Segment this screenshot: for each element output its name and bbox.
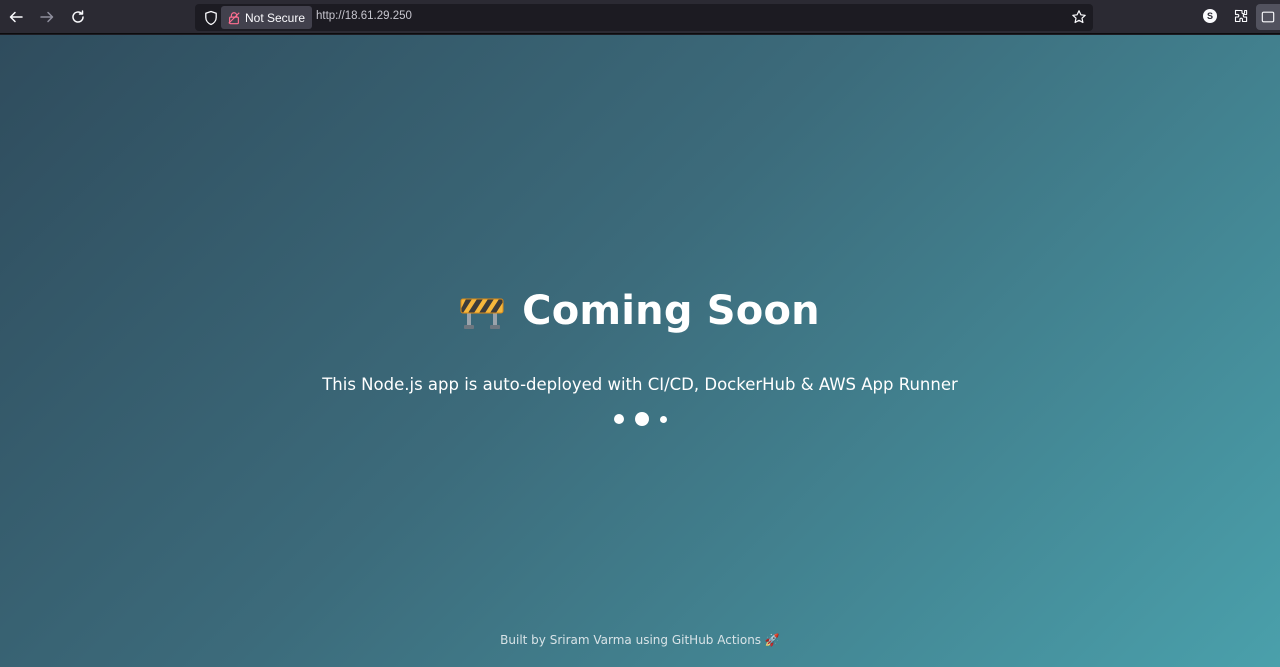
page-footer: Built by Sriram Varma using GitHub Actio… — [500, 633, 780, 647]
reload-icon — [72, 10, 84, 23]
browser-toolbar: Not Secure http://18.61.29.250 S — [0, 0, 1280, 34]
url-text[interactable]: http://18.61.29.250 — [316, 10, 412, 22]
loading-dot — [634, 412, 649, 426]
s-extension-icon: S — [1203, 9, 1217, 23]
back-icon — [9, 11, 23, 23]
hero-heading: Coming Soon — [0, 288, 1280, 334]
construction-barrier-icon — [460, 298, 504, 329]
forward-button[interactable] — [35, 5, 59, 29]
loading-dot — [659, 415, 667, 423]
page-title: Coming Soon — [522, 288, 820, 334]
url-bar[interactable]: Not Secure http://18.61.29.250 — [195, 4, 1093, 31]
extensions-icon — [1234, 9, 1248, 23]
page-content: Coming Soon This Node.js app is auto-dep… — [0, 35, 1280, 667]
loading-dot — [613, 414, 624, 424]
loading-indicator — [0, 412, 1280, 426]
extensions-button[interactable] — [1232, 7, 1250, 25]
back-button[interactable] — [4, 5, 28, 29]
security-label: Not Secure — [245, 10, 306, 25]
lock-warning-icon — [228, 11, 240, 24]
sidebar-icon — [1261, 11, 1275, 23]
forward-icon — [40, 11, 54, 23]
page-subtitle: This Node.js app is auto-deployed with C… — [322, 375, 958, 394]
site-security-button[interactable]: Not Secure — [221, 6, 313, 29]
sidebar-button[interactable] — [1256, 4, 1280, 30]
star-icon[interactable] — [1071, 9, 1087, 25]
shield-icon[interactable] — [203, 10, 219, 26]
s-extension-button[interactable]: S — [1201, 7, 1219, 25]
reload-button[interactable] — [66, 5, 90, 29]
